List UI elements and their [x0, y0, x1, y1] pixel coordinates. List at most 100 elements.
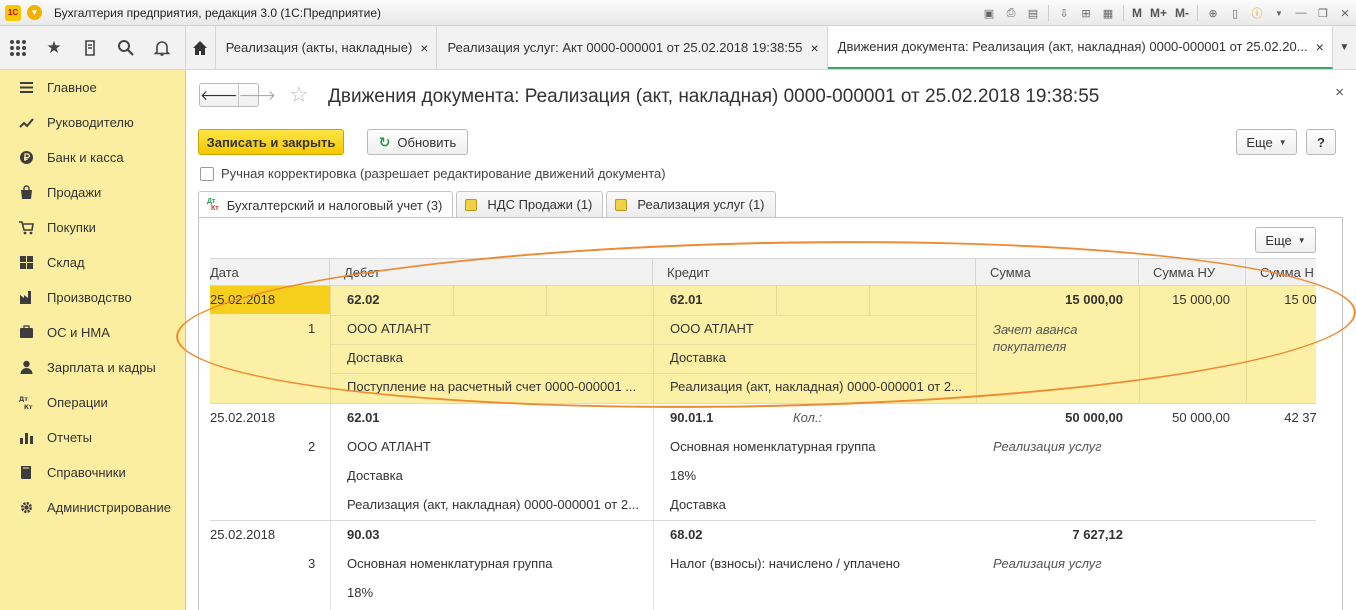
sidebar-item-sales[interactable]: Продажи [0, 175, 185, 210]
header-sum[interactable]: Сумма [976, 259, 1139, 286]
minimize-icon[interactable]: — [1291, 3, 1311, 23]
tab-document-movements[interactable]: Движения документа: Реализация (акт, нак… [827, 26, 1333, 69]
manual-edit-checkbox[interactable] [200, 166, 214, 181]
header-date[interactable]: Дата [210, 259, 330, 286]
sidebar-item-operations[interactable]: Дт Кт Операции [0, 385, 185, 420]
sidebar-item-bank[interactable]: Банк и касса [0, 140, 185, 175]
credit-account: 68.02 [670, 527, 703, 542]
sidebar: Главное Руководителю Банк и касса Продаж… [0, 70, 186, 610]
calendar-icon[interactable]: ▦ [1098, 3, 1118, 23]
memory-button[interactable]: M [1132, 6, 1142, 20]
preview-icon[interactable]: ▤ [1023, 3, 1043, 23]
debit-account: 62.02 [347, 292, 380, 307]
header-credit[interactable]: Кредит [653, 259, 976, 286]
table-header: Дата Дебет Кредит Сумма Сумма НУ Сумма Н [210, 258, 1316, 286]
zoom-icon[interactable]: ⊕ [1203, 3, 1223, 23]
manual-edit-row: Ручная корректировка (разрешает редактир… [200, 166, 666, 181]
sidebar-item-salary[interactable]: Зарплата и кадры [0, 350, 185, 385]
row-sum: 15 000,00 [1065, 292, 1123, 307]
favorites-star-icon[interactable]: ★ [36, 26, 72, 70]
help-button[interactable]: ? [1306, 129, 1336, 155]
favorite-star-icon[interactable]: ☆ [289, 82, 309, 108]
sidebar-item-main[interactable]: Главное [0, 70, 185, 105]
header-sum-nu[interactable]: Сумма НУ [1139, 259, 1246, 286]
print-icon[interactable]: ⎙ [1001, 3, 1021, 23]
tab-close-icon[interactable]: × [810, 40, 818, 56]
table-row[interactable]: 25.02.2018 1 62.02 ООО АТЛАНТ Доставка П… [210, 286, 1316, 403]
sidebar-item-reports[interactable]: Отчеты [0, 420, 185, 455]
register-icon [465, 198, 478, 211]
credit-account: 62.01 [670, 292, 703, 307]
home-tab[interactable] [186, 26, 216, 69]
window-close-icon[interactable]: × [1335, 3, 1355, 23]
refresh-button[interactable]: ↻ Обновить [367, 129, 468, 155]
bar-chart-icon [18, 430, 34, 446]
sidebar-item-catalogs[interactable]: Справочники [0, 455, 185, 490]
sidebar-item-administration[interactable]: Администрирование [0, 490, 185, 525]
sidebar-item-label: Покупки [47, 220, 96, 235]
tab-close-icon[interactable]: × [420, 40, 428, 56]
restore-icon[interactable]: ❐ [1313, 3, 1333, 23]
book-icon [18, 465, 34, 481]
debit-subconto-2: 18% [347, 585, 374, 600]
notifications-bell-icon[interactable] [144, 26, 180, 70]
info-icon[interactable]: ⓘ [1247, 3, 1267, 23]
save-and-close-button[interactable]: Записать и закрыть [198, 129, 344, 155]
debit-account: 90.03 [347, 527, 380, 542]
debit-account: 62.01 [347, 410, 380, 425]
memory-plus-button[interactable]: M+ [1150, 6, 1167, 20]
tab-sales-list[interactable]: Реализация (акты, накладные) × [216, 26, 438, 69]
debit-subconto-2: Доставка [347, 468, 403, 483]
history-icon[interactable] [72, 26, 108, 70]
table-more-button[interactable]: Еще ▼ [1255, 227, 1316, 253]
search-icon[interactable] [108, 26, 144, 70]
tab-close-icon[interactable]: × [1316, 39, 1324, 55]
tab-service-act[interactable]: Реализация услуг: Акт 0000-000001 от 25.… [437, 26, 828, 69]
more-actions-button[interactable]: Еще ▼ [1236, 129, 1297, 155]
apps-grid-icon[interactable] [0, 26, 36, 70]
header-debit[interactable]: Дебет [330, 259, 653, 286]
factory-icon [18, 290, 34, 306]
sidebar-item-manager[interactable]: Руководителю [0, 105, 185, 140]
history-navigation: 🡐 🡒 [199, 83, 276, 107]
movements-table[interactable]: Дата Дебет Кредит Сумма Сумма НУ Сумма Н… [210, 258, 1316, 610]
debit-subconto-1: Основная номенклатурная группа [347, 556, 553, 571]
table-row[interactable]: 25.02.2018 3 90.03 Основная номенклатурн… [210, 521, 1316, 610]
sidebar-item-warehouse[interactable]: Склад [0, 245, 185, 280]
open-tabs-bar: Реализация (акты, накладные) × Реализаци… [186, 26, 1356, 70]
row-number: 1 [308, 321, 316, 336]
tabs-dropdown-icon[interactable]: ▼ [1333, 26, 1356, 69]
memory-minus-button[interactable]: M- [1175, 6, 1189, 20]
sidebar-item-label: Склад [47, 255, 85, 270]
form-close-icon[interactable]: × [1335, 84, 1344, 101]
sidebar-item-purchases[interactable]: Покупки [0, 210, 185, 245]
person-icon [18, 360, 34, 376]
panel-icon[interactable]: ▯ [1225, 3, 1245, 23]
sidebar-item-label: Продажи [47, 185, 102, 200]
dt-kt-icon: Дт Кт [207, 198, 219, 212]
manual-edit-label[interactable]: Ручная корректировка (разрешает редактир… [221, 166, 666, 181]
header-sum-n2[interactable]: Сумма Н [1246, 259, 1316, 286]
sidebar-item-label: Банк и касса [47, 150, 124, 165]
link-icon[interactable]: ⊞ [1076, 3, 1096, 23]
row-sum-note: Зачет аванса покупателя [993, 322, 1078, 354]
credit-subconto-3: Доставка [670, 497, 726, 512]
debit-subconto-2: Доставка [347, 350, 403, 365]
debit-subconto-1: ООО АТЛАНТ [347, 439, 431, 454]
attach-icon[interactable]: ⇩ [1054, 3, 1074, 23]
table-row[interactable]: 25.02.2018 2 62.01 ООО АТЛАНТ Доставка Р… [210, 404, 1316, 520]
row-date: 25.02.2018 [210, 410, 276, 425]
save-icon[interactable]: ▣ [979, 3, 999, 23]
tab-accounting-register[interactable]: Дт Кт Бухгалтерский и налоговый учет (3) [198, 191, 454, 218]
sidebar-item-fixed-assets[interactable]: ОС и НМА [0, 315, 185, 350]
info-dropdown-icon[interactable]: ▼ [1269, 3, 1289, 23]
tab-vat-sales-register[interactable]: НДС Продажи (1) [456, 191, 604, 217]
shopping-bag-icon [18, 185, 34, 201]
sidebar-item-production[interactable]: Производство [0, 280, 185, 315]
row-sum-nu: 50 000,00 [1172, 410, 1230, 425]
main-menu-button[interactable]: ▼ [27, 5, 42, 20]
back-arrow-icon[interactable]: 🡐 [200, 84, 239, 106]
forward-arrow-icon[interactable]: 🡒 [239, 84, 277, 106]
tab-service-sales-register[interactable]: Реализация услуг (1) [606, 191, 776, 217]
credit-subconto-3: Реализация (акт, накладная) 0000-000001 … [670, 379, 962, 394]
